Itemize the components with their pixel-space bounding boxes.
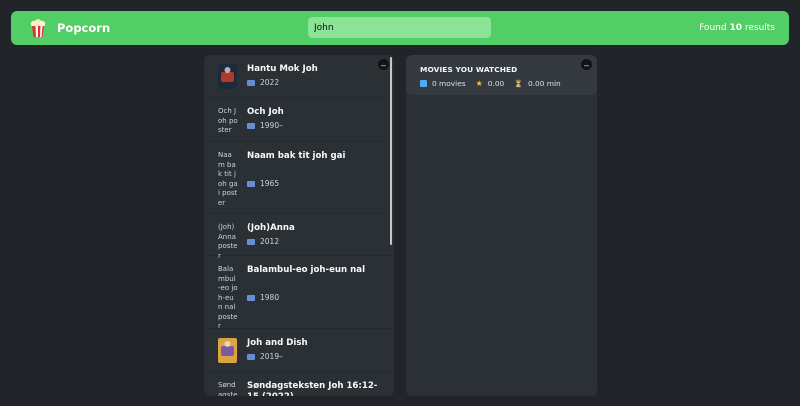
avg-imdb-rating: 0.00 (487, 79, 505, 88)
movie-year: 2019– (247, 352, 308, 361)
movie-item[interactable]: Søndagsteksten Joh 16:12-15 (2022) poste… (204, 372, 392, 396)
calendar-icon (247, 79, 255, 86)
movie-title: Balambul-eo joh-eun nal (247, 265, 366, 275)
movie-item[interactable]: (Joh)Anna poster (Joh)Anna 2012 (204, 214, 392, 260)
calendar-icon (247, 294, 255, 301)
watched-summary: MOVIES YOU WATCHED 0 movies ★ 0.00 ⏳ 0.0… (406, 55, 597, 95)
movie-item[interactable]: Joh and Dish 2019– (204, 329, 392, 372)
movie-info: Joh and Dish 2019– (247, 338, 308, 371)
movie-year: 2022 (247, 78, 318, 87)
runtime-stat: ⏳ 0.00 min (514, 79, 560, 88)
movie-info: (Joh)Anna 2012 (247, 223, 295, 255)
hourglass-icon: ⏳ (514, 79, 523, 88)
results-prefix: Found (699, 23, 727, 33)
poster-image (218, 338, 237, 363)
movie-info: Naam bak tit joh gai 1965 (247, 151, 345, 213)
watched-box: – MOVIES YOU WATCHED 0 movies ★ 0.00 ⏳ 0… (406, 55, 597, 396)
movie-list: Hantu Mok Joh 2022 Och Joh poster Och Joh 19… (204, 55, 392, 396)
app-name: Popcorn (57, 21, 111, 35)
movie-item[interactable]: Naam bak tit joh gai poster Naam bak tit … (204, 142, 392, 214)
movie-poster: Balambul-eo joh-eun nal poster (218, 265, 238, 330)
results-number: 10 (729, 23, 742, 33)
calendar-icon (247, 238, 255, 245)
movie-title: Joh and Dish (247, 338, 308, 348)
movie-poster: Och Joh poster (218, 107, 238, 134)
collapse-watched-button[interactable]: – (581, 59, 592, 70)
movie-title: (Joh)Anna (247, 223, 295, 233)
calendar-icon (247, 353, 255, 360)
hash-icon (420, 80, 427, 87)
movie-poster: Naam bak tit joh gai poster (218, 151, 238, 207)
star-icon: ★ (475, 78, 483, 88)
movie-item[interactable]: Hantu Mok Joh 2022 (204, 55, 392, 98)
search-input[interactable] (308, 17, 491, 38)
imdb-rating-stat: ★ 0.00 (476, 79, 505, 88)
movie-year-text: 2022 (260, 78, 280, 87)
movie-year: 2012 (247, 237, 295, 246)
movie-year-text: 2019– (260, 352, 283, 361)
poster-image (218, 64, 237, 89)
summary-stats: 0 movies ★ 0.00 ⏳ 0.00 min (420, 79, 583, 88)
navbar: Popcorn Found 10 results (11, 11, 789, 45)
collapse-list-button[interactable]: – (378, 59, 389, 70)
calendar-icon (247, 180, 255, 187)
movie-poster: Søndagsteksten Joh 16:12-15 (2022) poste… (218, 381, 238, 396)
movie-year: 1980 (247, 293, 365, 302)
movie-title: Hantu Mok Joh (247, 64, 318, 74)
movie-item[interactable]: Balambul-eo joh-eun nal poster Balambul-e… (204, 256, 392, 330)
popcorn-icon (30, 19, 46, 37)
movie-info: Søndagsteksten Joh 16:12-15 (2022) (247, 381, 384, 396)
movie-item[interactable]: Och Joh poster Och Joh 1990– (204, 98, 392, 142)
movie-poster: (Joh)Anna poster (218, 223, 238, 260)
movie-info: Och Joh 1990– (247, 107, 284, 141)
movie-year-text: 1990– (260, 121, 283, 130)
movie-info: Balambul-eo joh-eun nal 1980 (247, 265, 365, 328)
summary-heading: MOVIES YOU WATCHED (420, 65, 518, 74)
movies-count: 0 movies (432, 79, 466, 88)
movie-title: Søndagsteksten Joh 16:12-15 (2022) (247, 381, 378, 396)
movie-poster (218, 64, 238, 97)
movie-title: Naam bak tit joh gai (247, 151, 346, 161)
movie-info: Hantu Mok Joh 2022 (247, 64, 318, 97)
movie-year: 1990– (247, 121, 284, 130)
results-count: Found 10 results (699, 23, 775, 33)
movie-list-box: – Hantu Mok Joh 2022 Och Joh poster Och Joh… (204, 55, 394, 396)
movie-title: Och Joh (247, 107, 284, 117)
calendar-icon (247, 122, 255, 129)
avg-runtime: 0.00 min (527, 79, 561, 88)
logo: Popcorn (28, 18, 110, 38)
movie-year-text: 2012 (260, 237, 280, 246)
movie-year-text: 1980 (260, 293, 280, 302)
movie-year-text: 1965 (260, 179, 280, 188)
movies-count-stat: 0 movies (420, 79, 466, 88)
movie-poster (218, 338, 238, 371)
results-suffix: results (744, 23, 775, 33)
list-scrollbar[interactable] (390, 57, 392, 245)
movie-year: 1965 (247, 179, 345, 188)
